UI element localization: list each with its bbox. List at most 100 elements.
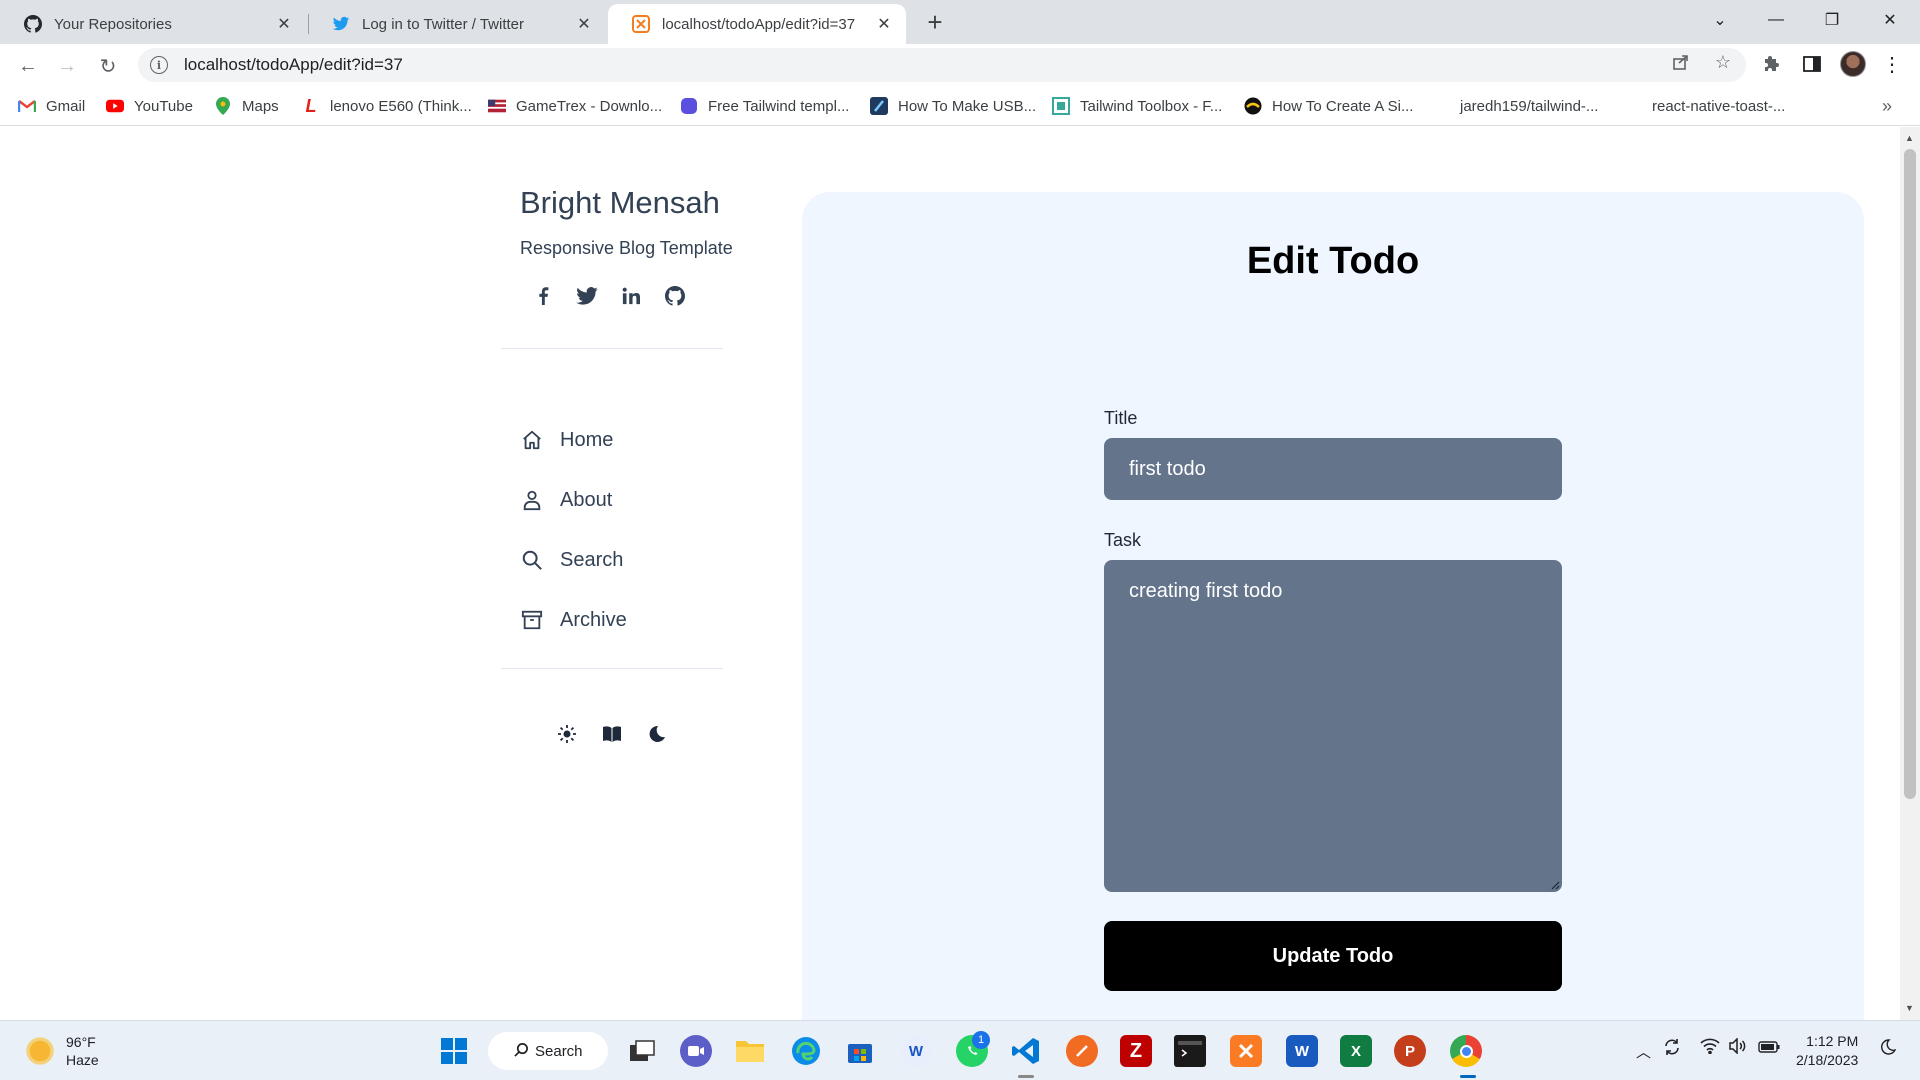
bookmark-star-icon[interactable]: ☆ [1712, 51, 1734, 73]
sidebar-item-label: Home [560, 428, 614, 451]
profile-avatar[interactable] [1840, 51, 1866, 77]
close-icon[interactable]: ✕ [274, 14, 294, 34]
github-icon [24, 15, 42, 33]
linkedin-icon[interactable] [620, 285, 642, 307]
resize-handle-icon[interactable] [1550, 880, 1560, 890]
back-arrow-icon[interactable]: ← [14, 52, 42, 80]
sync-icon[interactable] [1662, 1037, 1682, 1061]
postman-icon[interactable] [1066, 1035, 1098, 1067]
volume-icon[interactable] [1728, 1037, 1748, 1058]
tailwind-icon [680, 97, 698, 115]
new-tab-button[interactable]: + [921, 8, 949, 36]
tab-your-repositories[interactable]: Your Repositories ✕ [0, 4, 306, 44]
site-info-icon[interactable]: i [150, 56, 168, 74]
task-view-icon[interactable] [626, 1035, 658, 1067]
taskbar-search-label: Search [535, 1042, 583, 1060]
windows-start-icon[interactable] [438, 1035, 470, 1067]
active-app-indicator [1460, 1075, 1476, 1078]
sidebar-divider [501, 668, 723, 669]
site-brand[interactable]: Bright Mensah [520, 185, 720, 221]
sidebar-item-home[interactable]: Home [520, 410, 627, 470]
bookmark-create-site[interactable]: How To Create A Si... [1244, 96, 1413, 116]
address-bar[interactable]: i localhost/todoApp/edit?id=37 [138, 48, 1746, 82]
bookmark-maps[interactable]: Maps [214, 96, 279, 116]
notifications-moon-icon[interactable] [1880, 1039, 1897, 1059]
sidebar-nav: Home About Search Archive [520, 410, 627, 650]
bookmark-label: jaredh159/tailwind-... [1460, 97, 1599, 115]
system-clock[interactable]: 1:12 PM 2/18/2023 [1796, 1032, 1858, 1070]
close-window-icon[interactable]: ✕ [1862, 0, 1918, 40]
sidebar-item-about[interactable]: About [520, 470, 627, 530]
bookmark-tailwind-toolbox[interactable]: Tailwind Toolbox - F... [1052, 96, 1222, 116]
tab-search-chevron-icon[interactable]: ⌄ [1692, 0, 1748, 40]
close-icon[interactable]: ✕ [574, 14, 594, 34]
clock-time: 1:12 PM [1806, 1033, 1859, 1049]
filezilla-icon[interactable]: Z [1120, 1035, 1152, 1067]
forward-arrow-icon[interactable]: → [53, 52, 81, 80]
sidebar-item-archive[interactable]: Archive [520, 590, 627, 650]
bookmark-lenovo[interactable]: L lenovo E560 (Think... [302, 96, 472, 116]
extensions-puzzle-icon[interactable] [1760, 52, 1784, 76]
task-textarea[interactable]: creating first todo [1104, 560, 1562, 892]
bookmark-gametrex[interactable]: GameTrex - Downlo... [488, 96, 662, 116]
wifi-icon[interactable] [1700, 1038, 1720, 1058]
bookmark-youtube[interactable]: YouTube [106, 96, 193, 116]
close-icon[interactable]: ✕ [874, 14, 894, 34]
terminal-icon[interactable] [1174, 1035, 1206, 1067]
excel-icon[interactable]: X [1340, 1035, 1372, 1067]
theme-switcher [556, 723, 667, 744]
tab-strip: Your Repositories ✕ Log in to Twitter / … [0, 0, 1920, 44]
bookmark-jaredh159[interactable]: jaredh159/tailwind-... [1432, 96, 1598, 116]
microsoft-store-icon[interactable] [844, 1035, 876, 1067]
scroll-down-arrow-icon[interactable]: ▼ [1905, 1003, 1914, 1013]
chrome-menu-icon[interactable]: ⋮ [1880, 52, 1904, 76]
github-icon[interactable] [664, 285, 686, 307]
scrollbar-thumb[interactable] [1904, 149, 1916, 799]
title-input[interactable] [1104, 438, 1562, 500]
weather-desc: Haze [66, 1052, 99, 1068]
weather-widget[interactable]: 96°F Haze [24, 1033, 99, 1069]
chrome-icon[interactable] [1450, 1035, 1482, 1067]
vscode-icon[interactable] [1010, 1035, 1042, 1067]
chrome-center-icon [1459, 1044, 1473, 1058]
show-hidden-icons-chevron-icon[interactable]: ︿ [1636, 1041, 1651, 1062]
minimize-icon[interactable]: — [1748, 0, 1804, 40]
bookmark-free-tailwind[interactable]: Free Tailwind templ... [680, 96, 849, 116]
bookmark-label: lenovo E560 (Think... [330, 97, 472, 115]
bookmark-gmail[interactable]: Gmail [18, 96, 85, 116]
bookmark-usb[interactable]: How To Make USB... [870, 96, 1036, 116]
update-todo-button[interactable]: Update Todo [1104, 921, 1562, 991]
scroll-up-arrow-icon[interactable]: ▲ [1905, 133, 1914, 143]
sun-icon[interactable] [556, 723, 577, 744]
teams-chat-icon[interactable] [680, 1035, 712, 1067]
bookmark-label: How To Make USB... [898, 97, 1037, 115]
share-icon[interactable] [1670, 51, 1692, 73]
gmail-icon [18, 97, 36, 115]
powerpoint-icon[interactable]: P [1394, 1035, 1426, 1067]
youtube-icon [106, 97, 124, 115]
sidebar-item-search[interactable]: Search [520, 530, 627, 590]
battery-icon[interactable] [1758, 1040, 1780, 1057]
moon-icon[interactable] [646, 723, 667, 744]
bookmark-react-native-toast[interactable]: react-native-toast-... [1624, 96, 1785, 116]
twitter-icon[interactable] [576, 285, 598, 307]
taskbar-search[interactable]: Search [488, 1032, 608, 1070]
sidebar-divider [501, 348, 723, 349]
word-pad-icon[interactable]: W [900, 1035, 932, 1067]
side-panel-icon[interactable] [1800, 52, 1824, 76]
file-explorer-icon[interactable] [734, 1035, 766, 1067]
tab-twitter[interactable]: Log in to Twitter / Twitter ✕ [308, 4, 606, 44]
more-bookmarks-icon[interactable]: » [1882, 96, 1892, 117]
twitter-icon [332, 15, 350, 33]
reload-icon[interactable]: ↻ [94, 52, 122, 80]
restore-icon[interactable]: ❐ [1804, 0, 1860, 40]
url-text[interactable]: localhost/todoApp/edit?id=37 [184, 55, 403, 75]
tab-localhost-edit[interactable]: localhost/todoApp/edit?id=37 ✕ [608, 4, 906, 44]
page-scrollbar[interactable]: ▲ ▼ [1900, 127, 1920, 1020]
windows-taskbar: 96°F Haze Search W 1 Z W X P ︿ 1:12 PM 2… [0, 1020, 1920, 1080]
edge-icon[interactable] [790, 1035, 822, 1067]
facebook-icon[interactable] [532, 285, 554, 307]
word-icon[interactable]: W [1286, 1035, 1318, 1067]
xampp-icon[interactable] [1230, 1035, 1262, 1067]
book-icon[interactable] [601, 723, 622, 744]
